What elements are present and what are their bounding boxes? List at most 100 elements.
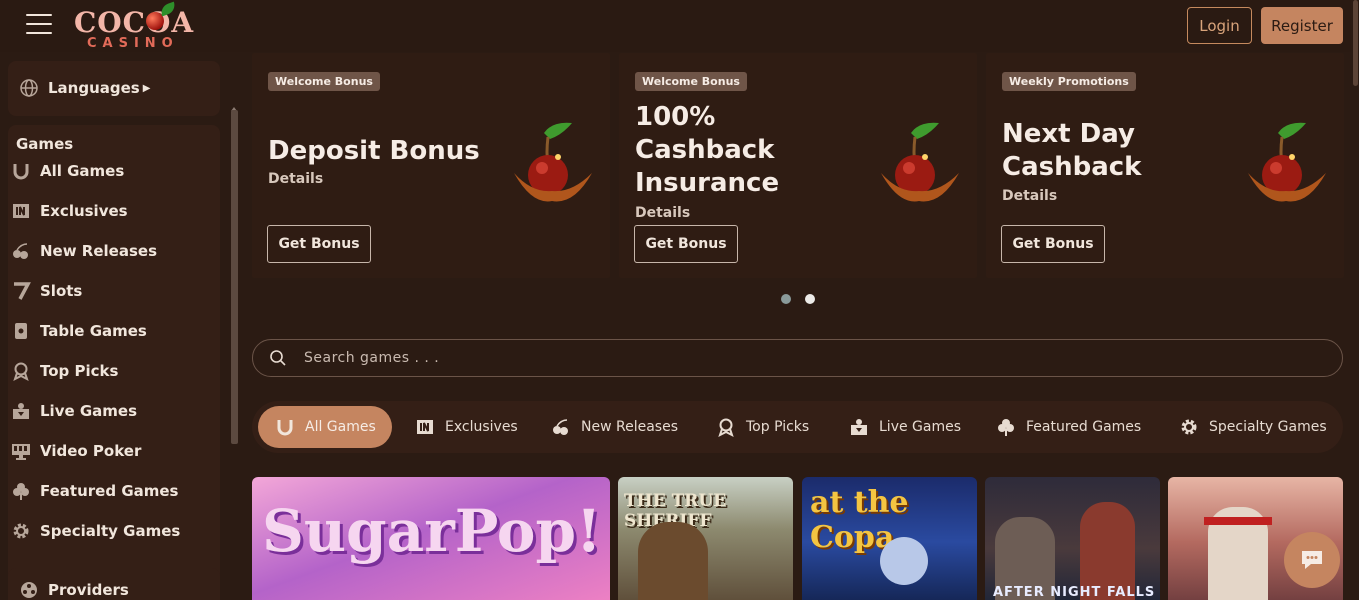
award-icon bbox=[715, 416, 737, 438]
sidebar-item-exclusives[interactable]: Exclusives bbox=[10, 200, 128, 222]
game-title: AFTER NIGHT FALLS bbox=[993, 585, 1156, 600]
sidebar-item-label: All Games bbox=[40, 162, 125, 180]
promo-details-link[interactable]: Details bbox=[635, 205, 690, 221]
sidebar-item-specialty-games[interactable]: Specialty Games bbox=[10, 520, 180, 542]
promo-title-line: Cashback bbox=[1002, 152, 1142, 182]
tab-label: Top Picks bbox=[746, 419, 810, 435]
cherries-icon bbox=[550, 416, 572, 438]
sidebar-item-slots[interactable]: Slots bbox=[10, 280, 82, 302]
sidebar-item-label: Table Games bbox=[40, 322, 147, 340]
sidebar-item-all-games[interactable]: All Games bbox=[10, 160, 124, 182]
sidebar-item-label: Live Games bbox=[40, 402, 138, 420]
tab-label: All Games bbox=[305, 419, 376, 435]
carousel-dot-active[interactable] bbox=[805, 294, 815, 304]
card-icon bbox=[10, 320, 32, 342]
sidebar-item-label: Video Poker bbox=[40, 442, 142, 460]
page-scrollbar-thumb[interactable] bbox=[1353, 0, 1358, 86]
providers-panel: Providers bbox=[8, 568, 220, 600]
category-tabs: All Games Exclusives New Releases Top Pi… bbox=[252, 401, 1343, 453]
login-button[interactable]: Login bbox=[1187, 7, 1252, 44]
sidebar-item-video-poker[interactable]: Video Poker bbox=[10, 440, 141, 462]
sidebar-item-new-releases[interactable]: New Releases bbox=[10, 240, 157, 262]
games-heading: Games bbox=[16, 135, 74, 153]
character-figure bbox=[638, 522, 708, 600]
cherry-icon bbox=[1248, 122, 1326, 202]
caret-right-icon: ▶ bbox=[142, 82, 151, 94]
seven-icon bbox=[10, 280, 32, 302]
tab-specialty-games[interactable]: Specialty Games bbox=[1178, 406, 1327, 448]
promo-title-line: Deposit Bonus bbox=[268, 136, 480, 166]
logo[interactable]: COCOA CASINO bbox=[72, 1, 202, 51]
game-title: SugarPop! bbox=[262, 497, 602, 565]
game-thumbnail-after-night-falls[interactable]: AFTER NIGHT FALLS bbox=[985, 477, 1160, 600]
cherry-icon bbox=[514, 122, 592, 202]
logo-subtext: CASINO bbox=[87, 36, 179, 51]
promo-badge: Welcome Bonus bbox=[268, 72, 380, 91]
promo-details-link[interactable]: Details bbox=[268, 171, 323, 187]
get-bonus-button[interactable]: Get Bonus bbox=[267, 225, 371, 263]
exclusive-icon bbox=[414, 416, 436, 438]
tab-label: Specialty Games bbox=[1209, 419, 1327, 435]
game-thumbnail-sugarpop[interactable]: SugarPop! bbox=[252, 477, 610, 600]
carousel-dot[interactable] bbox=[781, 294, 791, 304]
tab-live-games[interactable]: Live Games bbox=[848, 406, 961, 448]
promo-badge: Welcome Bonus bbox=[635, 72, 747, 91]
tab-label: Exclusives bbox=[445, 419, 518, 435]
promo-card: Welcome Bonus Deposit Bonus Details Get … bbox=[252, 53, 610, 278]
sidebar: Languages ▶ Games All Games Exclusives N… bbox=[0, 52, 240, 600]
languages-panel: Languages ▶ bbox=[8, 61, 220, 116]
sidebar-item-label: Specialty Games bbox=[40, 522, 181, 540]
moon-graphic bbox=[880, 537, 928, 585]
exclusive-icon bbox=[10, 200, 32, 222]
promo-card: Welcome Bonus 100% Cashback Insurance De… bbox=[619, 53, 977, 278]
gear-icon bbox=[10, 520, 32, 542]
sidebar-scrollbar[interactable] bbox=[231, 110, 238, 444]
promo-title-line: Next Day bbox=[1002, 119, 1135, 149]
register-button[interactable]: Register bbox=[1261, 7, 1343, 44]
promo-title: 100% Cashback Insurance bbox=[635, 101, 875, 200]
tab-featured-games[interactable]: Featured Games bbox=[995, 406, 1141, 448]
providers-label: Providers bbox=[48, 581, 129, 599]
monitor-icon bbox=[10, 440, 32, 462]
get-bonus-button[interactable]: Get Bonus bbox=[634, 225, 738, 263]
clover-icon bbox=[995, 416, 1017, 438]
sidebar-item-top-picks[interactable]: Top Picks bbox=[10, 360, 118, 382]
dealer-icon bbox=[848, 416, 870, 438]
sidebar-item-featured-games[interactable]: Featured Games bbox=[10, 480, 178, 502]
sidebar-item-label: Exclusives bbox=[40, 202, 128, 220]
languages-label: Languages bbox=[48, 79, 140, 97]
promo-title-line: Insurance bbox=[635, 168, 780, 198]
page-scrollbar[interactable] bbox=[1351, 0, 1359, 600]
sidebar-item-live-games[interactable]: Live Games bbox=[10, 400, 137, 422]
tab-new-releases[interactable]: New Releases bbox=[550, 406, 678, 448]
tab-exclusives[interactable]: Exclusives bbox=[414, 406, 518, 448]
sidebar-item-label: Top Picks bbox=[40, 362, 119, 380]
game-title: THE TRUE SHERIFF bbox=[624, 491, 727, 531]
promo-card: Weekly Promotions Next Day Cashback Deta… bbox=[986, 53, 1344, 278]
search-bar[interactable] bbox=[252, 339, 1343, 377]
search-input[interactable] bbox=[304, 346, 1304, 370]
tab-label: New Releases bbox=[581, 419, 678, 435]
search-icon bbox=[270, 350, 286, 366]
award-icon bbox=[10, 360, 32, 382]
sidebar-item-label: New Releases bbox=[40, 242, 157, 260]
reel-icon bbox=[18, 579, 40, 600]
headband-graphic bbox=[1204, 517, 1272, 525]
menu-icon[interactable] bbox=[26, 14, 52, 36]
sidebar-item-table-games[interactable]: Table Games bbox=[10, 320, 147, 342]
promo-title: Next Day Cashback bbox=[1002, 118, 1242, 184]
tab-all-games[interactable]: All Games bbox=[258, 406, 392, 448]
tab-label: Featured Games bbox=[1026, 419, 1142, 435]
languages-button[interactable]: Languages ▶ bbox=[18, 77, 150, 99]
tab-top-picks[interactable]: Top Picks bbox=[715, 406, 809, 448]
chat-button[interactable] bbox=[1284, 532, 1340, 588]
promo-title-line: Cashback bbox=[635, 135, 775, 165]
game-thumbnail-true-sheriff[interactable]: THE TRUE SHERIFF bbox=[618, 477, 793, 600]
clover-icon bbox=[10, 480, 32, 502]
get-bonus-button[interactable]: Get Bonus bbox=[1001, 225, 1105, 263]
sidebar-item-label: Featured Games bbox=[40, 482, 179, 500]
game-thumbnail-at-the-copa[interactable]: at the Copa bbox=[802, 477, 977, 600]
promo-details-link[interactable]: Details bbox=[1002, 188, 1057, 204]
providers-button[interactable]: Providers bbox=[18, 579, 129, 600]
promo-title: Deposit Bonus bbox=[268, 135, 508, 168]
